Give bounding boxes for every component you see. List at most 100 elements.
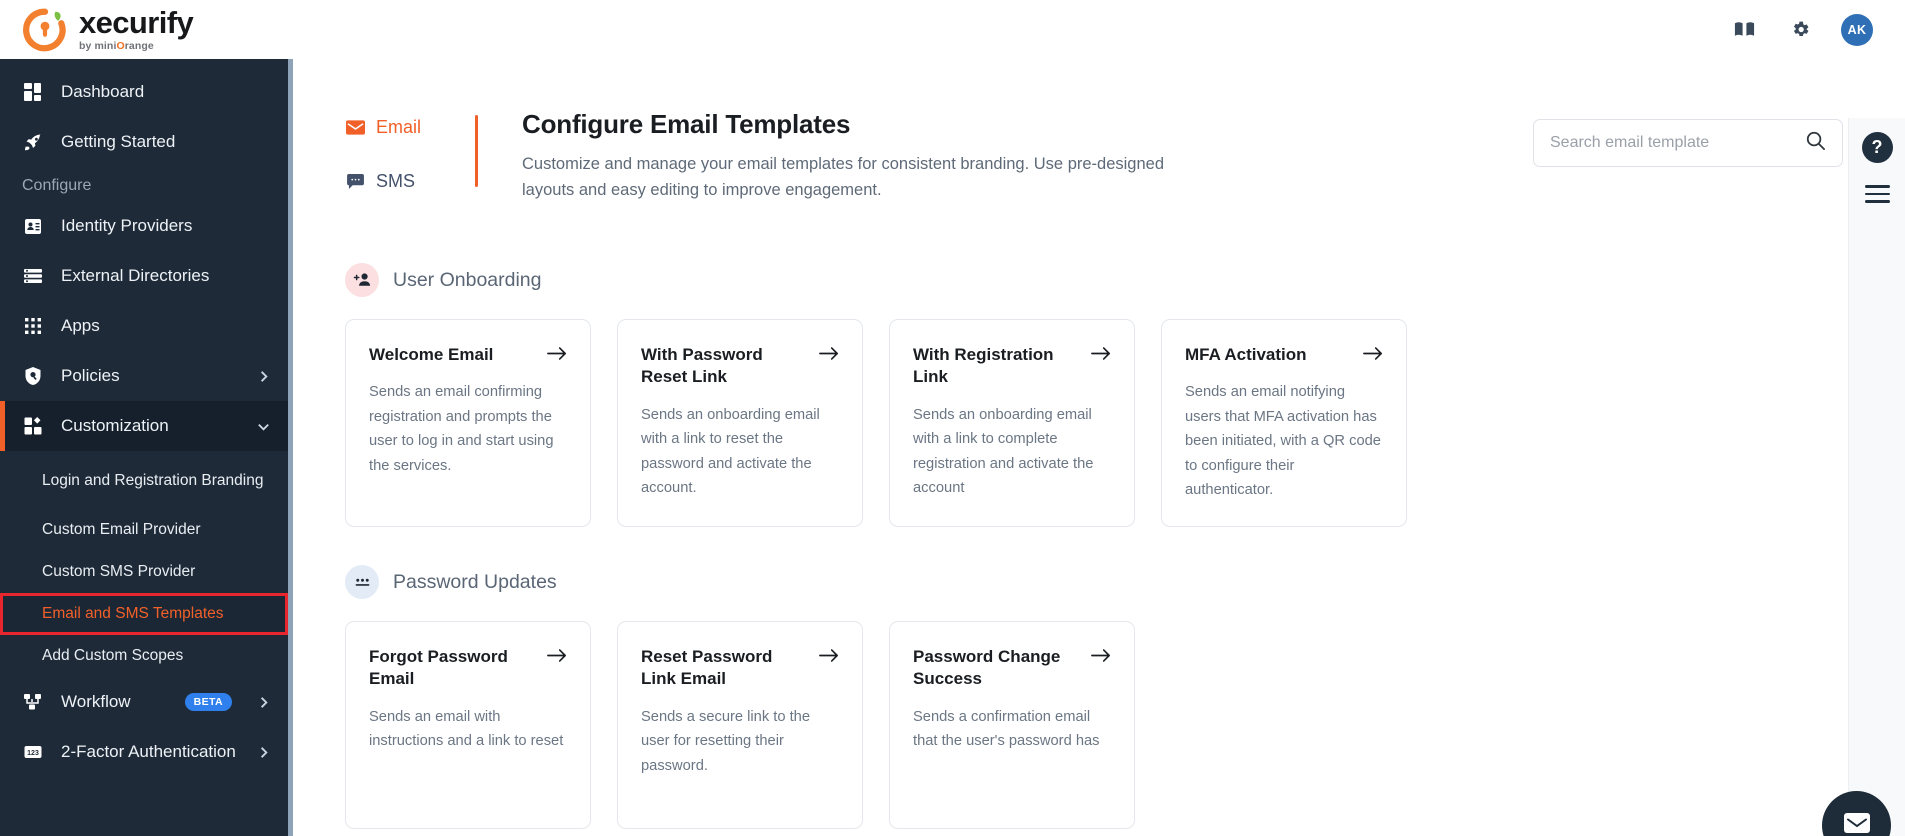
sidebar-item-policies[interactable]: Policies — [0, 351, 293, 401]
chevron-down-icon — [255, 418, 271, 434]
card-top: Welcome Email — [369, 344, 567, 366]
arrow-right-icon[interactable] — [819, 346, 839, 366]
sidebar-item-external-directories[interactable]: External Directories — [0, 251, 293, 301]
sidebar-subitem-login-registration-branding[interactable]: Login and Registration Branding — [0, 451, 293, 509]
chevron-right-icon — [255, 368, 271, 384]
search-input[interactable] — [1550, 134, 1805, 152]
tab-sms[interactable]: SMS — [345, 171, 475, 192]
main-content: Email SMS Configure Email Templates Cust… — [293, 59, 1905, 836]
brand-name: xecurify — [79, 5, 194, 41]
sidebar-item-identity-providers[interactable]: Identity Providers — [0, 201, 293, 251]
shield-search-icon — [22, 365, 44, 387]
template-card-reset-password-link-email[interactable]: Reset Password Link Email Sends a secure… — [617, 621, 863, 829]
sidebar-subitem-add-custom-scopes[interactable]: Add Custom Scopes — [0, 635, 293, 677]
section-password-updates: Password Updates Forgot Password Email S… — [293, 565, 1851, 829]
brand-tagline: by miniOrange — [79, 40, 154, 53]
sidebar-item-label: 2-Factor Authentication — [61, 742, 236, 761]
sidebar-item-getting-started[interactable]: Getting Started — [0, 117, 293, 167]
chevron-right-icon — [255, 744, 271, 760]
sidebar-item-customization[interactable]: Customization — [0, 401, 293, 451]
sidebar-subitem-email-and-sms-templates[interactable]: Email and SMS Templates — [0, 593, 293, 635]
arrow-right-icon[interactable] — [1091, 648, 1111, 668]
channel-tabs: Email SMS — [293, 101, 475, 225]
card-title: With Registration Link — [913, 345, 1054, 387]
beta-badge: BETA — [184, 693, 232, 711]
template-card-mfa-activation[interactable]: MFA Activation Sends an email notifying … — [1161, 319, 1407, 527]
main-inner: Email SMS Configure Email Templates Cust… — [293, 101, 1905, 829]
sidebar-item-label: Getting Started — [61, 132, 176, 151]
body-row: Dashboard Getting Started Configure Iden… — [0, 59, 1905, 836]
tab-label: SMS — [376, 171, 416, 191]
card-description: Sends an email notifying users that MFA … — [1185, 384, 1381, 499]
card-top: With Registration Link — [913, 344, 1111, 389]
section-title: Password Updates — [393, 570, 557, 593]
sidebar-item-label: External Directories — [61, 266, 210, 285]
gear-icon[interactable] — [1785, 15, 1815, 45]
sidebar-subitem-custom-sms-provider[interactable]: Custom SMS Provider — [0, 551, 293, 593]
search-area — [1533, 101, 1851, 167]
id-badge-icon — [22, 215, 44, 237]
template-card-with-password-reset-link[interactable]: With Password Reset Link Sends an onboar… — [617, 319, 863, 527]
brand-text: xecurify by miniOrange — [79, 5, 194, 53]
section-user-onboarding: User Onboarding Welcome Email Sends an e… — [293, 263, 1851, 527]
apps-grid-icon — [22, 315, 44, 337]
template-card-forgot-password-email[interactable]: Forgot Password Email Sends an email wit… — [345, 621, 591, 829]
card-description: Sends a secure link to the user for rese… — [641, 708, 811, 774]
svg-text:123: 123 — [27, 750, 39, 757]
dashboard-grid-icon — [22, 81, 44, 103]
template-card-password-change-success[interactable]: Password Change Success Sends a confirma… — [889, 621, 1135, 829]
card-grid: Forgot Password Email Sends an email wit… — [345, 621, 1851, 829]
avatar[interactable]: AK — [1841, 13, 1873, 46]
page-header: Email SMS Configure Email Templates Cust… — [293, 101, 1851, 225]
right-rail: ? — [1822, 118, 1905, 836]
card-title: Welcome Email — [369, 345, 494, 364]
book-icon[interactable] — [1729, 15, 1759, 45]
arrow-right-icon[interactable] — [1091, 346, 1111, 366]
section-header: User Onboarding — [345, 263, 1851, 297]
password-dots-icon — [345, 565, 379, 599]
template-card-with-registration-link[interactable]: With Registration Link Sends an onboardi… — [889, 319, 1135, 527]
brand-logo-area[interactable]: xecurify by miniOrange — [0, 7, 293, 53]
search-box[interactable] — [1533, 119, 1843, 167]
envelope-icon — [1843, 813, 1870, 836]
rocket-icon — [22, 131, 44, 153]
section-title: User Onboarding — [393, 268, 542, 291]
chevron-right-icon — [255, 694, 271, 710]
sidebar-item-label: Policies — [61, 366, 120, 385]
page-title: Configure Email Templates — [522, 109, 851, 139]
tab-label: Email — [376, 117, 422, 137]
list-server-icon — [22, 265, 44, 287]
arrow-right-icon[interactable] — [547, 346, 567, 366]
page-subtitle: Customize and manage your email template… — [522, 155, 1165, 199]
sidebar-item-apps[interactable]: Apps — [0, 301, 293, 351]
sidebar-subitem-custom-email-provider[interactable]: Custom Email Provider — [0, 509, 293, 551]
card-top: Reset Password Link Email — [641, 646, 839, 691]
sidebar-item-workflow[interactable]: Workflow BETA — [0, 677, 293, 727]
tab-email[interactable]: Email — [345, 117, 475, 138]
card-title: Password Change Success — [913, 647, 1061, 689]
card-description: Sends an onboarding email with a link to… — [641, 406, 820, 497]
page-title-block: Configure Email Templates Customize and … — [478, 101, 1188, 203]
section-header: Password Updates — [345, 565, 1851, 599]
question-mark-icon[interactable]: ? — [1861, 132, 1893, 163]
arrow-right-icon[interactable] — [1363, 346, 1383, 366]
card-description: Sends an onboarding email with a link to… — [913, 406, 1094, 497]
card-top: Password Change Success — [913, 646, 1111, 691]
card-description: Sends an email confirming registration a… — [369, 384, 554, 474]
sidebar-item-2-factor-authentication[interactable]: 123 2-Factor Authentication — [0, 727, 293, 777]
sidebar: Dashboard Getting Started Configure Iden… — [0, 59, 293, 836]
arrow-right-icon[interactable] — [547, 648, 567, 668]
sidebar-item-label: Apps — [61, 316, 100, 335]
sidebar-item-label: Dashboard — [61, 82, 145, 101]
arrow-right-icon[interactable] — [819, 648, 839, 668]
card-top: Forgot Password Email — [369, 646, 567, 691]
card-description: Sends an email with instructions and a l… — [369, 708, 564, 750]
template-card-welcome-email[interactable]: Welcome Email Sends an email confirming … — [345, 319, 591, 527]
hamburger-menu-icon[interactable] — [1864, 185, 1890, 203]
sidebar-item-dashboard[interactable]: Dashboard — [0, 67, 293, 117]
card-grid: Welcome Email Sends an email confirming … — [345, 319, 1851, 527]
card-title: Forgot Password Email — [369, 647, 508, 689]
card-title: With Password Reset Link — [641, 345, 763, 387]
sidebar-item-label: Customization — [61, 416, 169, 435]
search-icon[interactable] — [1805, 130, 1826, 156]
